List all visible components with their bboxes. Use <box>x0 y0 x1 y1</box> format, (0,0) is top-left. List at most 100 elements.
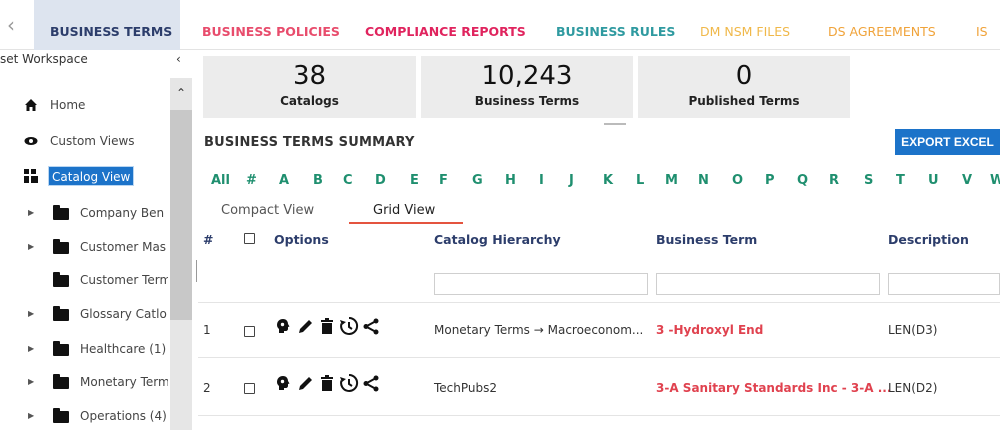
brain-icon[interactable] <box>275 375 291 396</box>
alpha-filter-k[interactable]: K <box>603 173 613 188</box>
sidebar-folder-customer-mas[interactable]: ▶ Customer Mas <box>0 237 168 257</box>
tab-grid-view[interactable]: Grid View <box>373 203 435 218</box>
alpha-filter-n[interactable]: N <box>698 173 709 188</box>
cell-catalog-hierarchy: Monetary Terms → Macroeconom... <box>434 323 644 337</box>
grid-icon <box>24 169 38 183</box>
alpha-filter-p[interactable]: P <box>765 173 775 188</box>
business-term-link[interactable]: 3 -Hydroxyl End <box>656 323 763 337</box>
home-icon <box>25 99 37 111</box>
cell-catalog-hierarchy: TechPubs2 <box>434 381 498 395</box>
scroll-up-icon[interactable]: ⌃ <box>170 86 192 100</box>
stat-card-catalogs: 38 Catalogs <box>203 56 416 118</box>
filter-business-term-input[interactable] <box>656 273 880 295</box>
alpha-filter-m[interactable]: M <box>665 173 678 188</box>
sidebar-folder-company[interactable]: ▶ Company Ben <box>0 203 168 223</box>
sidebar-scrollbar-thumb[interactable] <box>170 110 192 320</box>
sidebar-folder-healthcare[interactable]: ▶ Healthcare (1) <box>0 339 168 359</box>
sidebar-folder-customer-term[interactable]: Customer Term <box>0 270 168 290</box>
edit-pencil-icon[interactable] <box>297 318 314 339</box>
expand-caret-icon[interactable]: ▶ <box>28 242 34 251</box>
alpha-filter-j[interactable]: J <box>569 173 574 188</box>
expand-caret-icon[interactable]: ▶ <box>28 411 34 420</box>
alpha-filter-all[interactable]: All <box>211 173 230 188</box>
sidebar-item-home[interactable]: Home <box>0 95 168 115</box>
sidebar-item-catalog-view[interactable]: Catalog View <box>0 165 168 187</box>
tab-business-terms[interactable]: BUSINESS TERMS <box>34 0 180 50</box>
stat-card-business-terms: 10,243 Business Terms <box>421 56 633 118</box>
alpha-filter-c[interactable]: C <box>343 173 353 188</box>
tab-dm-nsm-files[interactable]: DM NSM FILES <box>700 0 790 50</box>
alpha-filter-o[interactable]: O <box>732 173 743 188</box>
tab-compliance-reports[interactable]: COMPLIANCE REPORTS <box>365 0 526 50</box>
folder-icon <box>53 408 69 423</box>
tab-compact-view[interactable]: Compact View <box>221 203 314 218</box>
column-header-options: Options <box>274 232 329 247</box>
sidebar-folder-glossary[interactable]: ▶ Glossary Catlo <box>0 304 168 324</box>
alpha-filter-b[interactable]: B <box>313 173 323 188</box>
history-icon[interactable] <box>339 316 359 340</box>
expand-caret-icon[interactable]: ▶ <box>28 377 34 386</box>
edit-pencil-icon[interactable] <box>297 375 314 396</box>
column-header-catalog-hierarchy[interactable]: Catalog Hierarchy <box>434 232 561 247</box>
alpha-filter-a[interactable]: A <box>279 173 289 188</box>
alpha-filter-r[interactable]: R <box>829 173 839 188</box>
alpha-filter-v[interactable]: V <box>962 173 972 188</box>
select-all-checkbox[interactable] <box>244 233 255 244</box>
delete-trash-icon[interactable] <box>320 375 334 396</box>
top-tab-bar: ‹ BUSINESS TERMS BUSINESS POLICIES COMPL… <box>0 0 1000 50</box>
alpha-filter-t[interactable]: T <box>896 173 905 188</box>
tab-business-rules[interactable]: BUSINESS RULES <box>556 0 675 50</box>
expand-caret-icon[interactable]: ▶ <box>28 309 34 318</box>
row-checkbox[interactable] <box>244 383 255 394</box>
tab-ds-agreements[interactable]: DS AGREEMENTS <box>828 0 936 50</box>
stat-card-published-terms: 0 Published Terms <box>638 56 850 118</box>
share-icon[interactable] <box>363 318 379 339</box>
expand-caret-icon[interactable]: ▶ <box>28 208 34 217</box>
column-header-number: # <box>203 232 214 247</box>
alpha-filter-h[interactable]: H <box>505 173 516 188</box>
sidebar-item-custom-views[interactable]: Custom Views <box>0 131 168 151</box>
cell-description: LEN(D2) <box>888 381 938 395</box>
row-checkbox[interactable] <box>244 326 255 337</box>
row-divider <box>198 357 1000 358</box>
eye-icon <box>24 137 38 145</box>
row-divider <box>198 302 1000 303</box>
alpha-filter-w[interactable]: W <box>990 173 1000 188</box>
card-pager-indicator <box>604 123 626 125</box>
sidebar-folder-operations[interactable]: ▶ Operations (4) <box>0 406 168 426</box>
business-term-link[interactable]: 3-A Sanitary Standards Inc - 3-A ... <box>656 381 891 395</box>
column-header-business-term[interactable]: Business Term <box>656 232 757 247</box>
tab-business-policies[interactable]: BUSINESS POLICIES <box>202 0 340 50</box>
alpha-filter-i[interactable]: I <box>539 173 544 188</box>
alpha-filter-f[interactable]: F <box>439 173 448 188</box>
history-icon[interactable] <box>339 373 359 397</box>
expand-caret-icon[interactable]: ▶ <box>28 344 34 353</box>
collapse-sidebar-icon[interactable]: ‹ <box>176 52 181 66</box>
export-excel-button[interactable]: EXPORT EXCEL <box>895 129 1000 155</box>
alpha-filter-s[interactable]: S <box>864 173 873 188</box>
filter-description-input[interactable] <box>888 273 1000 295</box>
tab-is[interactable]: IS <box>976 0 988 50</box>
alpha-filter-l[interactable]: L <box>636 173 644 188</box>
back-chevron-icon[interactable]: ‹ <box>0 10 22 40</box>
folder-icon <box>53 239 69 254</box>
cell-description: LEN(D3) <box>888 323 938 337</box>
workspace-label: set Workspace <box>0 52 88 66</box>
folder-icon <box>53 306 69 321</box>
alpha-filter-u[interactable]: U <box>928 173 939 188</box>
alpha-filter-g[interactable]: G <box>472 173 483 188</box>
alpha-filter-q[interactable]: Q <box>797 173 808 188</box>
summary-title: BUSINESS TERMS SUMMARY <box>204 135 415 150</box>
column-header-description[interactable]: Description <box>888 232 969 247</box>
alpha-filter-d[interactable]: D <box>375 173 386 188</box>
alpha-filter-hash[interactable]: # <box>246 173 257 188</box>
folder-icon <box>53 341 69 356</box>
folder-icon <box>53 374 69 389</box>
delete-trash-icon[interactable] <box>320 318 334 339</box>
filter-catalog-hierarchy-input[interactable] <box>434 273 648 295</box>
brain-icon[interactable] <box>275 318 291 339</box>
sidebar-folder-monetary[interactable]: ▶ Monetary Term <box>0 372 168 392</box>
folder-icon <box>53 272 69 287</box>
share-icon[interactable] <box>363 375 379 396</box>
alpha-filter-e[interactable]: E <box>410 173 419 188</box>
